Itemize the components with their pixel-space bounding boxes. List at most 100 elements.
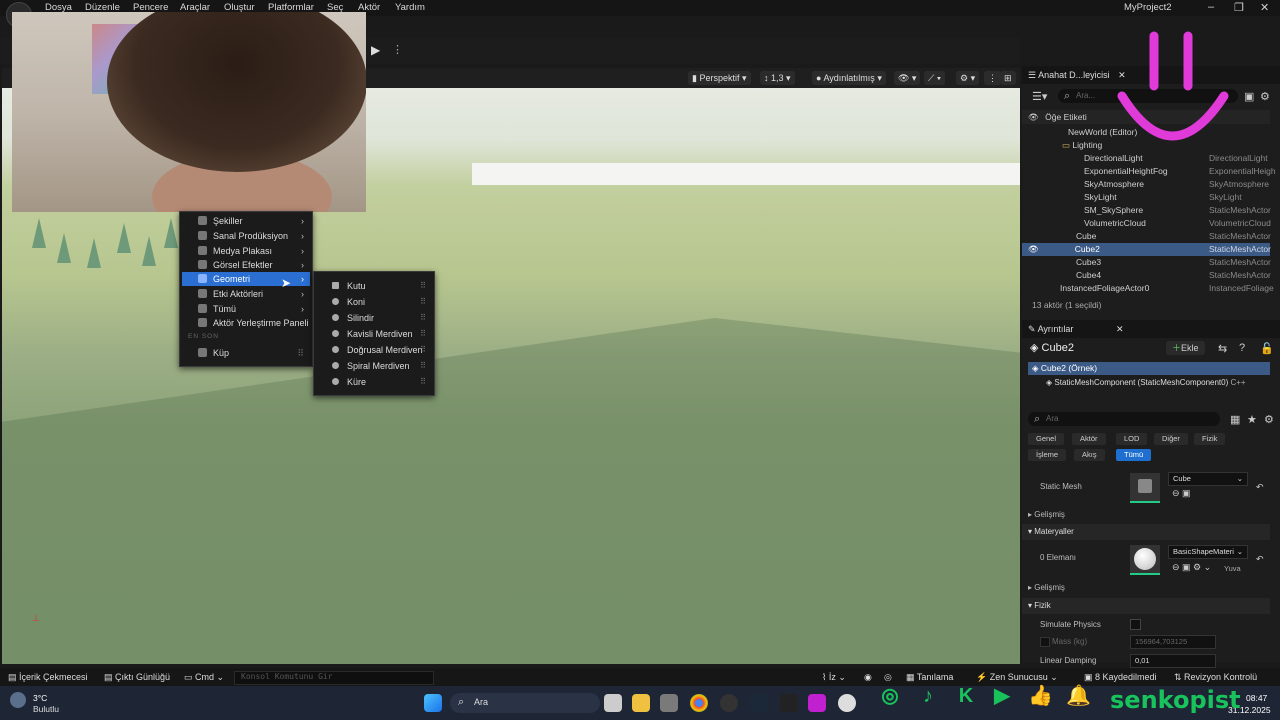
- revision-control-button[interactable]: ⇅ Revizyon Kontrolü: [1174, 672, 1257, 683]
- category-physics[interactable]: Fizik: [1194, 433, 1226, 445]
- category-other[interactable]: Diğer: [1154, 433, 1188, 445]
- category-lod[interactable]: LOD: [1116, 433, 1148, 445]
- close-tab-icon[interactable]: ✕: [1116, 324, 1124, 334]
- menu-item-virtual-production[interactable]: Sanal Prodüksiyon ›: [182, 229, 310, 243]
- record-icon[interactable]: ◉: [864, 672, 872, 683]
- folder-icon[interactable]: ▣: [1244, 90, 1254, 103]
- linear-damping-field[interactable]: 0,01: [1130, 654, 1216, 668]
- outliner-row[interactable]: InstancedFoliageActor0 InstancedFoliage: [1022, 282, 1274, 295]
- category-rendering[interactable]: İşleme: [1028, 449, 1067, 461]
- use-selected-icon[interactable]: ⊖ ▣: [1172, 488, 1191, 499]
- reset-icon[interactable]: ↶: [1256, 482, 1264, 493]
- perspective-button[interactable]: ▮ Perspektif ▾: [688, 71, 751, 85]
- component-root-row[interactable]: ◈ Cube2 (Örnek): [1028, 362, 1270, 375]
- submenu-item-cone[interactable]: Koni ⠿: [316, 295, 432, 309]
- submenu-item-linear-stair[interactable]: Doğrusal Merdiven ⠿: [316, 343, 432, 357]
- lock-icon[interactable]: 🔓: [1260, 342, 1274, 355]
- details-search-input[interactable]: ⌕ Ara: [1028, 412, 1220, 426]
- submenu-item-sphere[interactable]: Küre ⠿: [316, 375, 432, 389]
- advanced-toggle[interactable]: ▸ Gelişmiş: [1028, 510, 1065, 519]
- maximize-icon[interactable]: ❐: [1234, 1, 1244, 14]
- category-general[interactable]: Genel: [1028, 433, 1065, 445]
- submenu-item-spiral-stair[interactable]: Spiral Merdiven ⠿: [316, 359, 432, 373]
- mouse-cursor-icon: ➤: [281, 276, 292, 290]
- submenu-item-box[interactable]: Kutu ⠿: [316, 279, 432, 293]
- show-icon[interactable]: 👁 ▾: [894, 71, 921, 85]
- close-icon[interactable]: ✕: [1260, 1, 1269, 14]
- mass-override-checkbox[interactable]: [1040, 637, 1050, 647]
- category-actor[interactable]: Aktör: [1072, 433, 1106, 445]
- store-icon[interactable]: [660, 694, 678, 712]
- simulate-physics-checkbox[interactable]: [1130, 619, 1141, 630]
- blueprint-icon[interactable]: ⇆: [1218, 342, 1227, 355]
- transform-icon[interactable]: ⟋ ▾: [924, 71, 946, 85]
- mesh-thumbnail[interactable]: [1130, 473, 1160, 503]
- viewport-menu-icon[interactable]: ⋮: [984, 71, 1001, 85]
- material-dropdown[interactable]: BasicShapeMateri ⌄: [1168, 545, 1248, 559]
- outliner-row[interactable]: Cube4 StaticMeshActor: [1022, 269, 1271, 282]
- menu-item-shapes[interactable]: Şekiller ›: [182, 214, 310, 228]
- layout-icon[interactable]: ⊞: [1000, 71, 1016, 85]
- taskbar-search[interactable]: ⌕ Ara: [450, 693, 600, 713]
- minimize-icon[interactable]: –: [1208, 1, 1214, 13]
- details-tab[interactable]: ✎ Ayrıntılar ✕: [1022, 320, 1280, 338]
- chrome-icon[interactable]: [690, 694, 708, 712]
- unreal-engine-icon[interactable]: [838, 694, 856, 712]
- category-all[interactable]: Tümü: [1116, 449, 1152, 461]
- app-icon[interactable]: [808, 694, 826, 712]
- favorite-star-icon[interactable]: ★: [1247, 413, 1257, 426]
- grid-view-icon[interactable]: ▦: [1230, 413, 1240, 426]
- output-log-button[interactable]: ▤ Çıktı Günlüğü: [104, 672, 170, 683]
- menu-item-cube[interactable]: Küp ⠿: [182, 346, 310, 360]
- row-label: Cube3: [1076, 257, 1102, 267]
- category-streaming[interactable]: Akış: [1074, 449, 1105, 461]
- row-type: InstancedFoliage: [1209, 283, 1274, 293]
- task-view-icon[interactable]: [604, 694, 622, 712]
- outliner-row[interactable]: SM_SkySphere StaticMeshActor: [1022, 204, 1271, 217]
- fov-button[interactable]: ↕ 1,3 ▾: [760, 71, 795, 85]
- menu-help[interactable]: Yardım: [395, 2, 425, 13]
- filter-icon[interactable]: ☰▾: [1032, 90, 1047, 103]
- file-explorer-icon[interactable]: [632, 694, 650, 712]
- use-selected-icon[interactable]: ⊖ ▣ ⚙ ⌄: [1172, 562, 1211, 573]
- outliner-row[interactable]: VolumetricCloud VolumetricCloud: [1022, 217, 1271, 230]
- lit-button[interactable]: ● Aydınlatılmış ▾: [812, 71, 886, 85]
- physics-section[interactable]: ▾ Fizik: [1022, 598, 1270, 614]
- outliner-row[interactable]: SkyLight SkyLight: [1022, 191, 1270, 204]
- outliner-settings-icon[interactable]: ⚙: [1260, 90, 1270, 103]
- row-type: StaticMeshActor: [1209, 231, 1271, 241]
- trace-button[interactable]: ⌇ İz ⌄: [822, 672, 846, 683]
- menu-item-media-plate[interactable]: Medya Plakası ›: [182, 244, 310, 258]
- play-icon[interactable]: ▶: [371, 43, 380, 57]
- outliner-row[interactable]: SkyAtmosphere SkyAtmosphere: [1022, 178, 1270, 191]
- help-icon[interactable]: ?: [1239, 342, 1245, 354]
- outliner-row[interactable]: ExponentialHeightFog ExponentialHeigh: [1022, 165, 1276, 178]
- app-icon[interactable]: [720, 694, 738, 712]
- more-options-icon[interactable]: ⋮: [392, 43, 403, 56]
- outliner-row[interactable]: Cube3 StaticMeshActor: [1022, 256, 1271, 269]
- reset-icon[interactable]: ↶: [1256, 554, 1264, 565]
- static-mesh-dropdown[interactable]: Cube ⌄: [1168, 472, 1248, 486]
- submenu-item-cylinder[interactable]: Silindir ⠿: [316, 311, 432, 325]
- material-thumbnail[interactable]: [1130, 545, 1160, 575]
- component-row[interactable]: ◈ StaticMeshComponent (StaticMeshCompone…: [1046, 378, 1246, 387]
- menu-item-all[interactable]: Tümü ›: [182, 302, 310, 316]
- submenu-item-curved-stair[interactable]: Kavisli Merdiven ⠿: [316, 327, 432, 341]
- epic-games-icon[interactable]: [780, 694, 798, 712]
- advanced-toggle[interactable]: ▸ Gelişmiş: [1028, 583, 1065, 592]
- content-drawer-button[interactable]: ▤ İçerik Çekmecesi: [8, 672, 88, 683]
- start-icon[interactable]: [424, 694, 442, 712]
- settings-icon[interactable]: ⚙ ▾: [956, 71, 980, 85]
- cmd-button[interactable]: ▭ Cmd ⌄: [184, 672, 224, 683]
- outliner-row-selected[interactable]: 👁 Cube2 StaticMeshActor: [1022, 243, 1271, 256]
- materials-section[interactable]: ▾ Materyaller: [1022, 524, 1270, 540]
- menu-item-visual-effects[interactable]: Görsel Efektler ›: [182, 258, 310, 272]
- taskbar-search-label: Ara: [474, 697, 489, 707]
- menu-item-place-actors-panel[interactable]: Aktör Yerleştirme Paneli: [182, 316, 310, 330]
- outliner-row[interactable]: Cube StaticMeshActor: [1022, 230, 1271, 243]
- details-settings-icon[interactable]: ⚙: [1264, 413, 1274, 426]
- console-input[interactable]: Konsol Komutunu Gir: [234, 671, 434, 685]
- add-button[interactable]: ＋Ekle: [1166, 341, 1205, 355]
- mass-field[interactable]: 156964,703125: [1130, 635, 1216, 649]
- steam-icon[interactable]: [750, 694, 768, 712]
